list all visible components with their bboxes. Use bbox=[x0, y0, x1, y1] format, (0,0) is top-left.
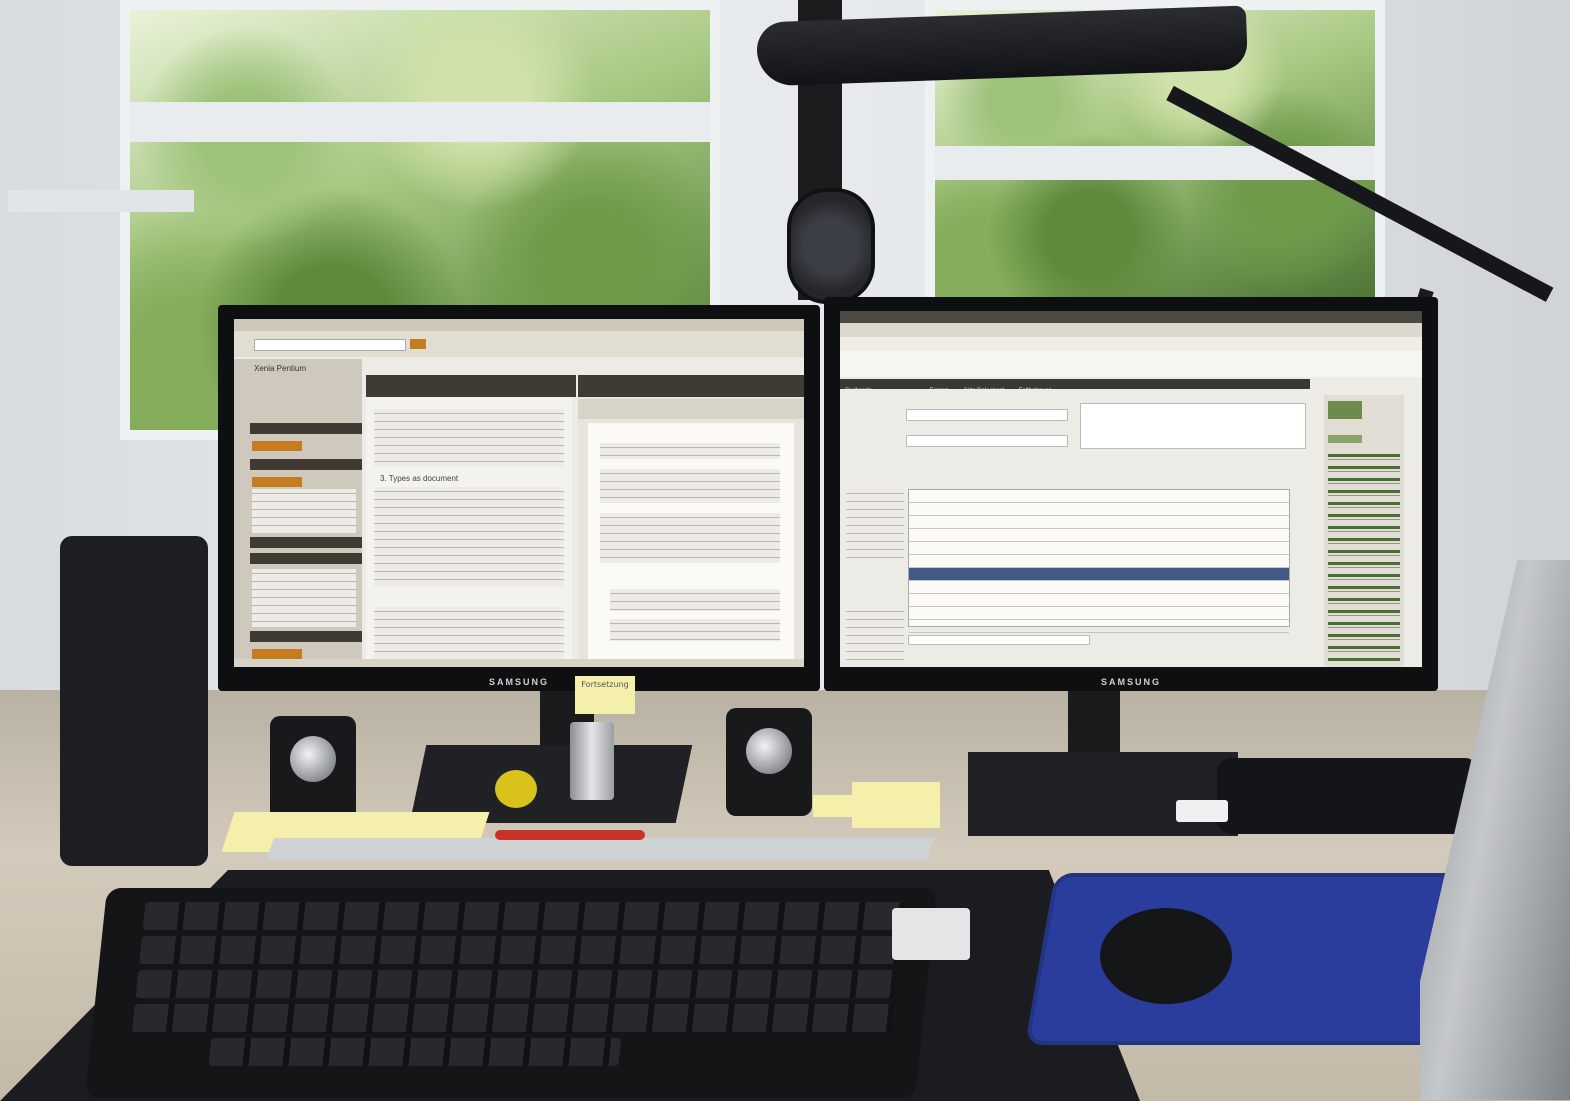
document-text-1 bbox=[374, 409, 564, 467]
wall-clock-icon bbox=[787, 188, 875, 304]
tree-action-button-1[interactable] bbox=[252, 441, 302, 451]
card-reader bbox=[892, 908, 970, 960]
document-pane: 3. Types as document bbox=[366, 375, 576, 667]
left-monitor: Xenia Pentium 3. Types as document SAMSU… bbox=[218, 305, 820, 691]
tree-item-2[interactable] bbox=[250, 459, 362, 470]
form-field-1[interactable] bbox=[906, 409, 1068, 421]
tree-action-button-3[interactable] bbox=[252, 649, 302, 659]
wall-shelf bbox=[8, 190, 194, 212]
left-screen: Xenia Pentium 3. Types as document bbox=[234, 319, 804, 667]
tree-item-5[interactable] bbox=[250, 631, 362, 642]
sidebar-button[interactable] bbox=[1328, 401, 1362, 419]
list-item[interactable] bbox=[909, 529, 1289, 542]
list-item[interactable] bbox=[909, 555, 1289, 568]
computer-mouse[interactable] bbox=[1100, 908, 1232, 1004]
left-speaker bbox=[270, 716, 356, 824]
pdf-page bbox=[588, 423, 794, 659]
document-header bbox=[366, 375, 576, 397]
list-item[interactable] bbox=[909, 594, 1289, 607]
list-item-selected[interactable] bbox=[909, 568, 1289, 581]
toolbar-go-button[interactable] bbox=[410, 339, 426, 349]
tree-item-3[interactable] bbox=[250, 537, 362, 548]
tree-list-2 bbox=[252, 569, 356, 627]
document-text-3 bbox=[374, 607, 564, 663]
field-labels bbox=[846, 489, 904, 559]
usb-stick bbox=[1176, 800, 1228, 822]
viewer-header bbox=[578, 375, 804, 397]
list-item[interactable] bbox=[909, 620, 1289, 633]
search-form bbox=[846, 395, 1306, 455]
actions-sidebar bbox=[1324, 395, 1404, 667]
sticky-note-small bbox=[813, 795, 855, 817]
stress-ball bbox=[495, 770, 537, 808]
pdf-viewer bbox=[578, 375, 804, 667]
list-item[interactable] bbox=[909, 581, 1289, 594]
form-field-2[interactable] bbox=[906, 435, 1068, 447]
app-header bbox=[840, 351, 1422, 377]
sticky-notes bbox=[852, 782, 940, 828]
pen-cup bbox=[570, 722, 614, 800]
document-text-2 bbox=[374, 487, 564, 587]
browser-tabs[interactable] bbox=[840, 323, 1422, 337]
browser-titlebar bbox=[840, 311, 1422, 323]
desk-lamp-base bbox=[1217, 758, 1479, 834]
tree-item-4[interactable] bbox=[250, 553, 362, 564]
right-speaker bbox=[726, 708, 812, 816]
panel-title: Xenia Pentium bbox=[254, 365, 307, 373]
keyboard[interactable] bbox=[84, 888, 938, 1098]
section-heading: 3. Types as document bbox=[380, 475, 459, 483]
red-pen bbox=[495, 830, 645, 840]
viewer-toolbar[interactable] bbox=[578, 399, 804, 419]
sticky-note-label: Fortsetzung bbox=[575, 676, 635, 714]
list-item[interactable] bbox=[909, 503, 1289, 516]
left-status-bar bbox=[234, 659, 804, 667]
app-nav-tabs: Suchende Fragen Akte Dokument Fallbetreu… bbox=[840, 379, 1310, 394]
tree-action-button-2[interactable] bbox=[252, 477, 302, 487]
right-screen: Suchende Fragen Akte Dokument Fallbetreu… bbox=[840, 311, 1422, 667]
form-textarea[interactable] bbox=[1080, 403, 1306, 449]
list-item[interactable] bbox=[909, 516, 1289, 529]
monitor-brand-label: SAMSUNG bbox=[1100, 677, 1161, 687]
monitor-brand-label: SAMSUNG bbox=[488, 677, 549, 687]
panel-title-bar: Xenia Pentium bbox=[234, 359, 362, 377]
bottom-input[interactable] bbox=[908, 635, 1090, 645]
list-item[interactable] bbox=[909, 542, 1289, 555]
tree-list bbox=[252, 489, 356, 533]
browser-address-bar[interactable] bbox=[840, 337, 1422, 351]
left-toolbar bbox=[234, 331, 804, 357]
list-item[interactable] bbox=[909, 490, 1289, 503]
search-input[interactable] bbox=[254, 339, 406, 351]
navigation-pane: Xenia Pentium bbox=[234, 359, 362, 667]
thin-client-computer bbox=[60, 536, 208, 866]
list-item[interactable] bbox=[909, 607, 1289, 620]
sidebar-action-list[interactable] bbox=[1328, 451, 1400, 661]
right-monitor-base bbox=[968, 752, 1238, 836]
right-monitor: Suchende Fragen Akte Dokument Fallbetreu… bbox=[824, 297, 1438, 691]
ruler bbox=[265, 838, 935, 860]
left-window-titlebar bbox=[234, 319, 804, 331]
result-listbox[interactable] bbox=[908, 489, 1290, 633]
sidebar-button-2[interactable] bbox=[1328, 435, 1362, 443]
tree-item-1[interactable] bbox=[250, 423, 362, 434]
field-labels-2 bbox=[846, 607, 904, 667]
